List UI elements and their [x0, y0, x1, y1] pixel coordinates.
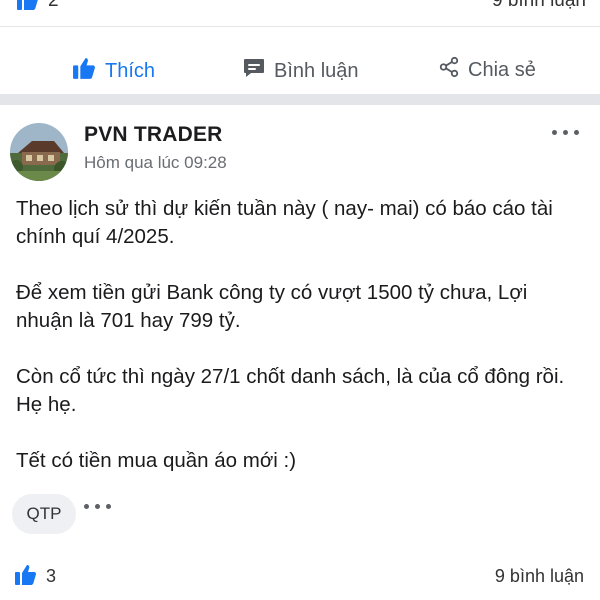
more-dots-icon: [562, 129, 568, 135]
share-button[interactable]: Chia sẻ: [438, 56, 536, 84]
comment-bubble-icon: [242, 56, 266, 86]
tag-more-button[interactable]: [84, 504, 111, 509]
post-content: Theo lịch sử thì dự kiến tuần này ( nay-…: [16, 195, 586, 503]
post-paragraph: Tết có tiền mua quần áo mới :): [16, 449, 297, 472]
like-label: Thích: [105, 60, 156, 82]
author-name[interactable]: PVN TRADER: [84, 123, 223, 147]
post-paragraph: Để xem tiền gửi Bank công ty có vượt 150…: [16, 281, 528, 332]
more-dots-icon: [106, 504, 111, 509]
comment-label: Bình luận: [274, 59, 359, 82]
comment-count[interactable]: 9 bình luận: [495, 566, 584, 587]
post-paragraph: Còn cổ tức thì ngày 27/1 chốt danh sách,…: [16, 365, 565, 416]
more-dots-icon: [95, 504, 100, 509]
comment-count[interactable]: 9 bình luận: [492, 0, 586, 12]
like-button[interactable]: Thích: [72, 56, 155, 87]
previous-post-stats: 2 9 bình luận: [0, 0, 600, 12]
comment-button[interactable]: Bình luận: [242, 56, 359, 86]
share-label: Chia sẻ: [468, 58, 536, 81]
post-paragraph: Theo lịch sử thì dự kiến tuần này ( nay-…: [16, 197, 553, 248]
divider: [0, 26, 600, 27]
more-dots-icon: [551, 129, 557, 135]
like-count[interactable]: 3: [46, 566, 56, 587]
thumbs-up-icon: [16, 0, 40, 17]
more-dots-icon: [573, 129, 579, 135]
more-dots-icon: [84, 504, 89, 509]
like-count[interactable]: 2: [48, 0, 59, 12]
avatar[interactable]: [10, 123, 68, 181]
section-separator: [0, 94, 600, 105]
thumbs-up-icon: [72, 56, 97, 87]
ticker-tag[interactable]: QTP: [12, 494, 76, 534]
more-options-button[interactable]: [548, 122, 582, 142]
share-icon: [438, 56, 460, 84]
post-timestamp: Hôm qua lúc 09:28: [84, 153, 227, 172]
thumbs-up-icon: [14, 563, 38, 592]
